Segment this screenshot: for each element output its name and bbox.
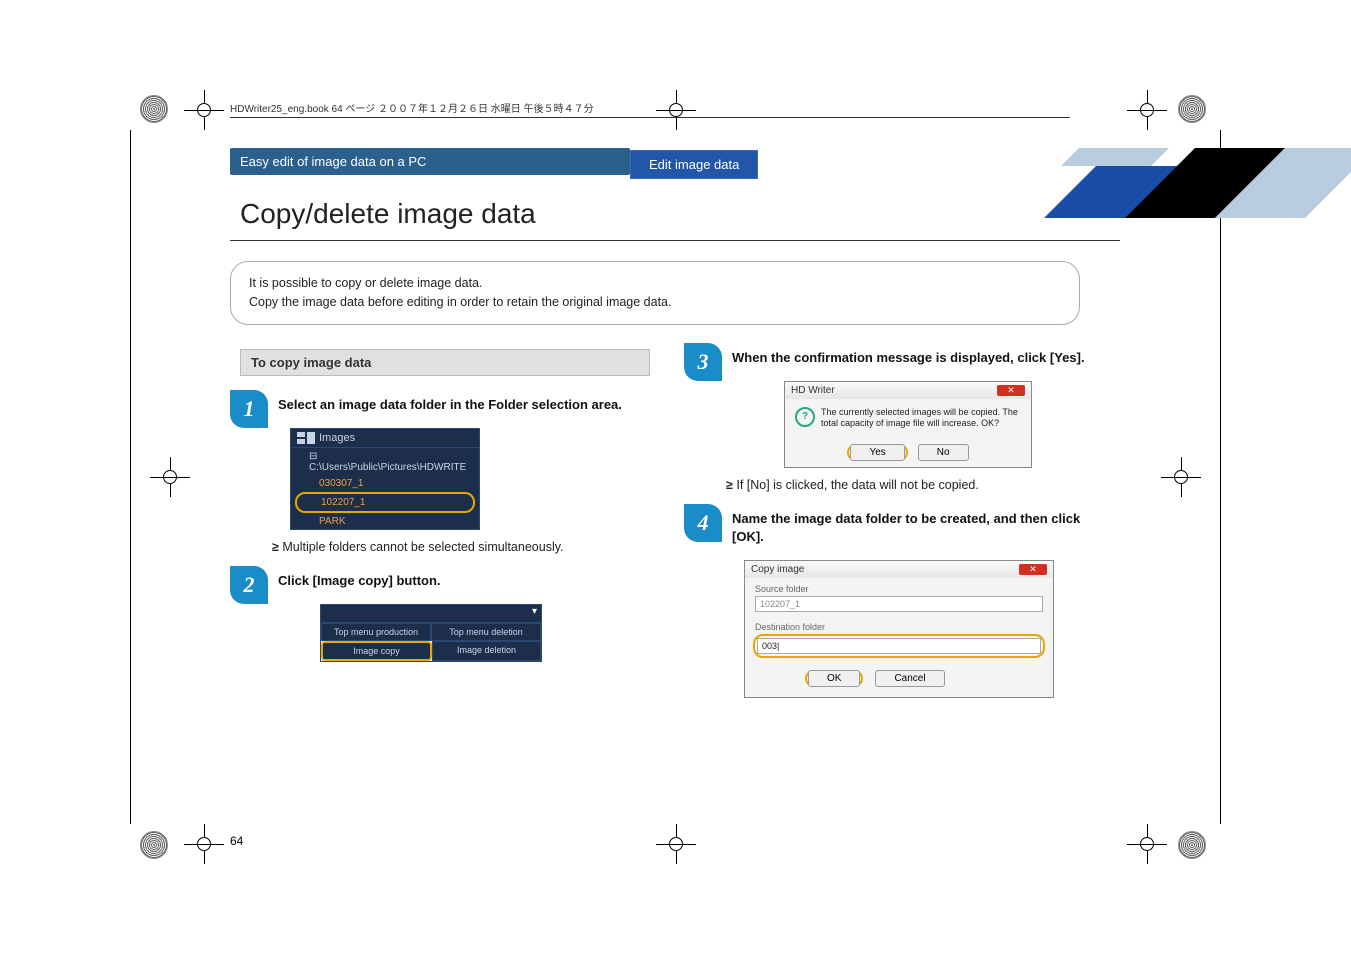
folder-panel-illustration: Images ⊟ C:\Users\Public\Pictures\HDWRIT… [290, 428, 660, 530]
step-1-text: Select an image data folder in the Folde… [278, 396, 660, 414]
name-dialog-title: Copy image [751, 564, 804, 575]
step-number-4: 4 [684, 504, 722, 542]
btn-image-copy[interactable]: Image copy [321, 641, 432, 661]
confirm-dialog-illustration: HD Writer ✕ ? The currently selected ima… [784, 381, 1114, 468]
step-1: 1 Select an image data folder in the Fol… [230, 396, 660, 414]
confirm-dialog-title: HD Writer [791, 385, 835, 396]
no-button[interactable]: No [918, 444, 969, 461]
title-decoration [1000, 148, 1320, 220]
folder-item-1[interactable]: 102207_1 [321, 495, 467, 510]
ok-button[interactable]: OK [808, 670, 860, 687]
folder-path: ⊟ C:\Users\Public\Pictures\HDWRITE [291, 448, 479, 476]
note-if-no: If [No] is clicked, the data will not be… [726, 478, 1114, 492]
cancel-button[interactable]: Cancel [875, 670, 944, 687]
doc-header: HDWriter25_eng.book 64 ページ ２００７年１２月２６日 水… [230, 100, 1070, 118]
step-2: 2 Click [Image copy] button. [230, 572, 660, 590]
step-3: 3 When the confirmation message is displ… [684, 349, 1114, 367]
step-3-text: When the confirmation message is display… [732, 349, 1114, 367]
name-dialog-illustration: Copy image ✕ Source folder 102207_1 Dest… [744, 560, 1114, 698]
step-number-2: 2 [230, 566, 268, 604]
step-number-1: 1 [230, 390, 268, 428]
step-4: 4 Name the image data folder to be creat… [684, 510, 1114, 546]
step-2-text: Click [Image copy] button. [278, 572, 660, 590]
confirm-dialog-message: The currently selected images will be co… [821, 407, 1021, 430]
folder-item-2: PARK [291, 514, 479, 529]
source-folder-value: 102207_1 [755, 596, 1043, 612]
folder-header-label: Images [319, 432, 355, 444]
btn-image-deletion: Image deletion [432, 641, 541, 661]
close-icon[interactable]: ✕ [997, 385, 1025, 396]
step-4-text: Name the image data folder to be created… [732, 510, 1114, 546]
page-title: Copy/delete image data [230, 192, 1120, 240]
btn-top-menu-production: Top menu production [321, 623, 431, 641]
source-folder-label: Source folder [745, 578, 1053, 596]
button-bar-illustration: Top menu production Top menu deletion Im… [320, 604, 660, 662]
section-heading: To copy image data [240, 349, 650, 376]
images-icon [297, 432, 315, 444]
note-multiple-folders: Multiple folders cannot be selected simu… [272, 540, 660, 554]
breadcrumb-right: Edit image data [630, 150, 758, 179]
breadcrumb-left: Easy edit of image data on a PC [230, 148, 630, 175]
intro-box: It is possible to copy or delete image d… [230, 261, 1080, 325]
destination-folder-label: Destination folder [745, 616, 1053, 634]
breadcrumb: Easy edit of image data on a PC Edit ima… [230, 148, 1120, 184]
yes-button[interactable]: Yes [850, 444, 904, 461]
intro-line-1: It is possible to copy or delete image d… [249, 274, 1061, 293]
close-icon[interactable]: ✕ [1019, 564, 1047, 575]
folder-item-0: 030307_1 [291, 476, 479, 491]
intro-line-2: Copy the image data before editing in or… [249, 293, 1061, 312]
question-icon: ? [795, 407, 815, 427]
destination-folder-input[interactable]: 003| [757, 638, 1041, 654]
step-number-3: 3 [684, 343, 722, 381]
btn-top-menu-deletion: Top menu deletion [431, 623, 541, 641]
page-number: 64 [230, 834, 243, 848]
